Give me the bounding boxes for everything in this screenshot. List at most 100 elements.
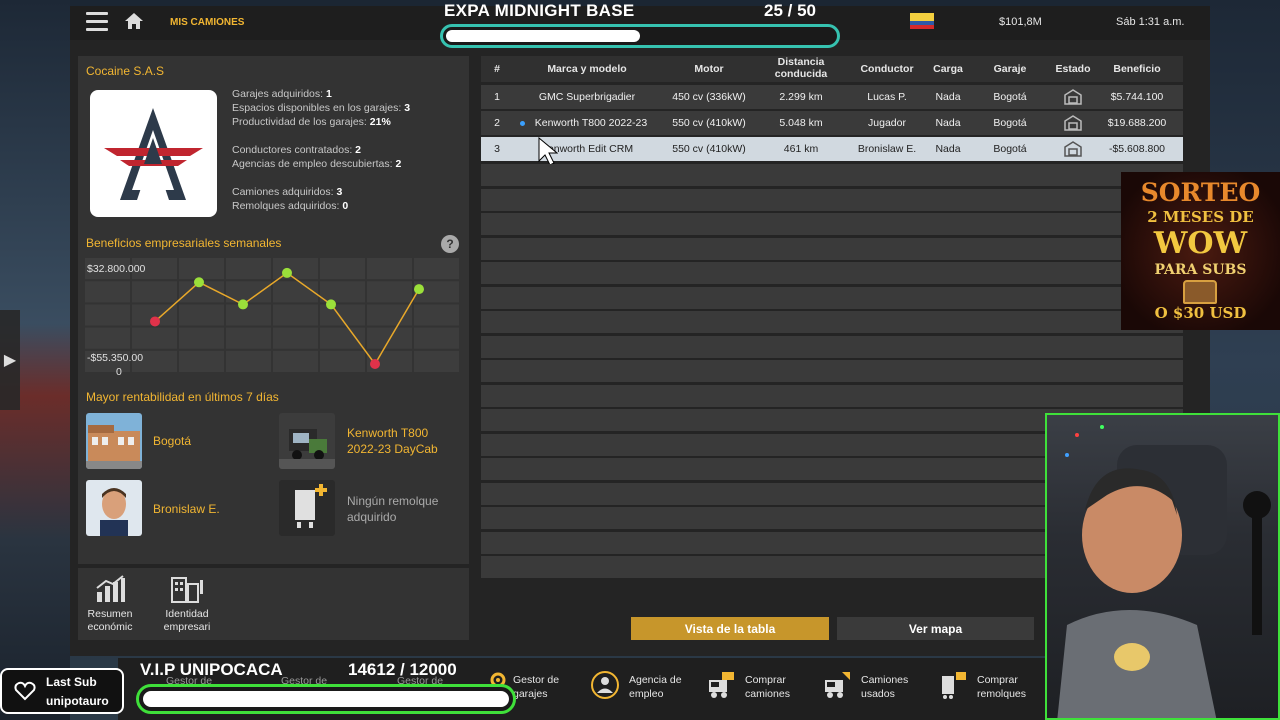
chart-grid-cell	[320, 350, 365, 372]
row-driver: Bronislaw E.	[857, 143, 917, 155]
row-distance: 5.048 km	[779, 117, 823, 129]
vip-goal-progress-fill	[143, 691, 509, 707]
table-row[interactable]: 2 Kenworth T800 2022-23 550 cv (410kW) 5…	[481, 111, 1183, 135]
employment-agency-icon	[591, 671, 619, 699]
row-cargo: Nada	[935, 91, 961, 103]
buy-trucks-button[interactable]: Comprar camiones	[745, 673, 809, 701]
col-model[interactable]: Marca y modelo	[522, 63, 652, 75]
used-trucks-button[interactable]: Camiones usados	[861, 673, 925, 701]
chart-grid-cell	[85, 327, 130, 349]
chart-point[interactable]	[370, 359, 380, 369]
row-driver: Lucas P.	[867, 91, 907, 103]
overlay-goal-progress-fill	[446, 30, 640, 42]
row-num: 1	[494, 91, 500, 103]
table-row[interactable]: 1 GMC Superbrigadier 450 cv (336kW) 2.29…	[481, 85, 1183, 109]
economic-report-button[interactable]: Resumen económic	[84, 574, 136, 634]
truck-thumbnail[interactable]	[279, 413, 335, 469]
best-garage-label: Bogotá	[153, 434, 192, 448]
used-truck-icon	[825, 672, 850, 698]
chart-grid-cell	[226, 327, 271, 349]
chart-grid-cell	[414, 327, 459, 349]
col-cargo[interactable]: Carga	[926, 63, 970, 75]
chart-point[interactable]	[414, 284, 424, 295]
promo-line-1: SORTEO	[1140, 178, 1261, 207]
row-cargo: Nada	[935, 117, 961, 129]
table-view-button[interactable]: Vista de la tabla	[631, 617, 829, 640]
chart-grid-cell	[367, 304, 412, 326]
stat-trucks: Camiones adquiridos: 3	[232, 186, 343, 198]
col-profit[interactable]: Beneficio	[1102, 63, 1172, 75]
chart-grid-cell	[273, 327, 318, 349]
stat-drivers: Conductores contratados: 2	[232, 144, 362, 156]
map-view-button[interactable]: Ver mapa	[837, 617, 1034, 640]
chart-grid-cell	[179, 350, 224, 372]
menu-icon[interactable]	[86, 12, 108, 31]
chart-grid-cell	[320, 304, 365, 326]
last-sub-title: Last Sub	[46, 675, 97, 689]
garage-status-icon	[1064, 89, 1082, 105]
company-identity-button[interactable]: Identidad empresari	[160, 574, 214, 634]
money-display: $101,8M	[999, 16, 1042, 28]
row-garage: Bogotá	[993, 117, 1027, 129]
chart-point[interactable]	[150, 316, 160, 327]
stat-trailers: Remolques adquiridos: 0	[232, 200, 349, 212]
chart-grid-cell	[273, 258, 318, 280]
trailer-thumbnail[interactable]	[279, 480, 335, 536]
best-truck-label: Kenworth T800 2022-23 DayCab	[347, 426, 438, 456]
chart-y-max-label: $32.800.000	[87, 263, 146, 275]
chart-grid-cell	[132, 327, 177, 349]
garage-thumbnail[interactable]	[86, 413, 142, 469]
stat-garage-slots: Espacios disponibles en los garajes: 3	[232, 102, 411, 114]
driver-avatar[interactable]	[86, 480, 142, 536]
chart-grid-cell	[367, 258, 412, 280]
chart-point[interactable]	[282, 267, 292, 278]
row-driver: Jugador	[868, 117, 906, 129]
chart-grid-cell	[320, 281, 365, 303]
col-distance[interactable]: Distancia conducida	[762, 56, 840, 80]
row-engine: 550 cv (410kW)	[672, 117, 746, 129]
webcam-feed	[1045, 413, 1280, 720]
side-panel-arrow-icon[interactable]: ▶	[0, 310, 20, 410]
chart-grid-cell	[85, 281, 130, 303]
empty-table-row	[481, 188, 1183, 211]
vip-goal-count: 14612 / 12000	[348, 660, 457, 679]
player-truck-dot-icon	[520, 121, 525, 126]
buy-trailer-icon	[942, 672, 966, 699]
table-row-selected[interactable]: 3 Kenworth Edit CRM 550 cv (410kW) 461 k…	[481, 137, 1183, 161]
row-distance: 2.299 km	[779, 91, 823, 103]
breadcrumb[interactable]: MIS CAMIONES	[170, 17, 244, 28]
chart-grid-cell	[414, 350, 459, 372]
buy-trailers-button[interactable]: Comprar remolques	[977, 673, 1041, 701]
col-engine[interactable]: Motor	[668, 63, 750, 75]
last-sub-name: unipotauro	[46, 694, 109, 708]
chart-grid-cell	[273, 304, 318, 326]
empty-table-row	[481, 360, 1183, 382]
chart-point[interactable]	[194, 277, 204, 288]
chart-point[interactable]	[238, 299, 248, 310]
giveaway-promo: SORTEO 2 MESES DE WOW PARA SUBS O $30 US…	[1121, 172, 1280, 330]
buy-truck-icon	[709, 672, 734, 698]
row-engine: 550 cv (410kW)	[672, 143, 746, 155]
garage-manager-button[interactable]: Gestor de garajes	[513, 673, 577, 701]
vip-goal-title: V.I.P UNIPOCACA	[140, 660, 283, 679]
chart-grid-cell	[320, 327, 365, 349]
row-profit: -$5.608.800	[1108, 143, 1166, 155]
home-icon[interactable]	[124, 12, 144, 30]
overlay-goal-progress	[440, 24, 840, 48]
col-driver[interactable]: Conductor	[850, 63, 924, 75]
row-profit: $5.744.100	[1110, 91, 1164, 103]
chart-grid-cell	[320, 258, 365, 280]
chart-point[interactable]	[326, 299, 336, 310]
help-icon[interactable]: ?	[441, 235, 459, 253]
stat-garages: Garajes adquiridos: 1	[232, 88, 332, 100]
company-shortcuts	[78, 568, 469, 640]
col-status[interactable]: Estado	[1046, 63, 1100, 75]
chart-grid-cell	[414, 304, 459, 326]
country-flag-icon	[910, 13, 934, 29]
row-num: 2	[494, 117, 500, 129]
col-num[interactable]: #	[481, 63, 513, 75]
employment-agency-button[interactable]: Agencia de empleo	[629, 673, 693, 701]
promo-line-2: 2 MESES DE	[1147, 208, 1254, 226]
best-driver-label: Bronislaw E.	[153, 502, 220, 516]
col-garage[interactable]: Garaje	[984, 63, 1036, 75]
